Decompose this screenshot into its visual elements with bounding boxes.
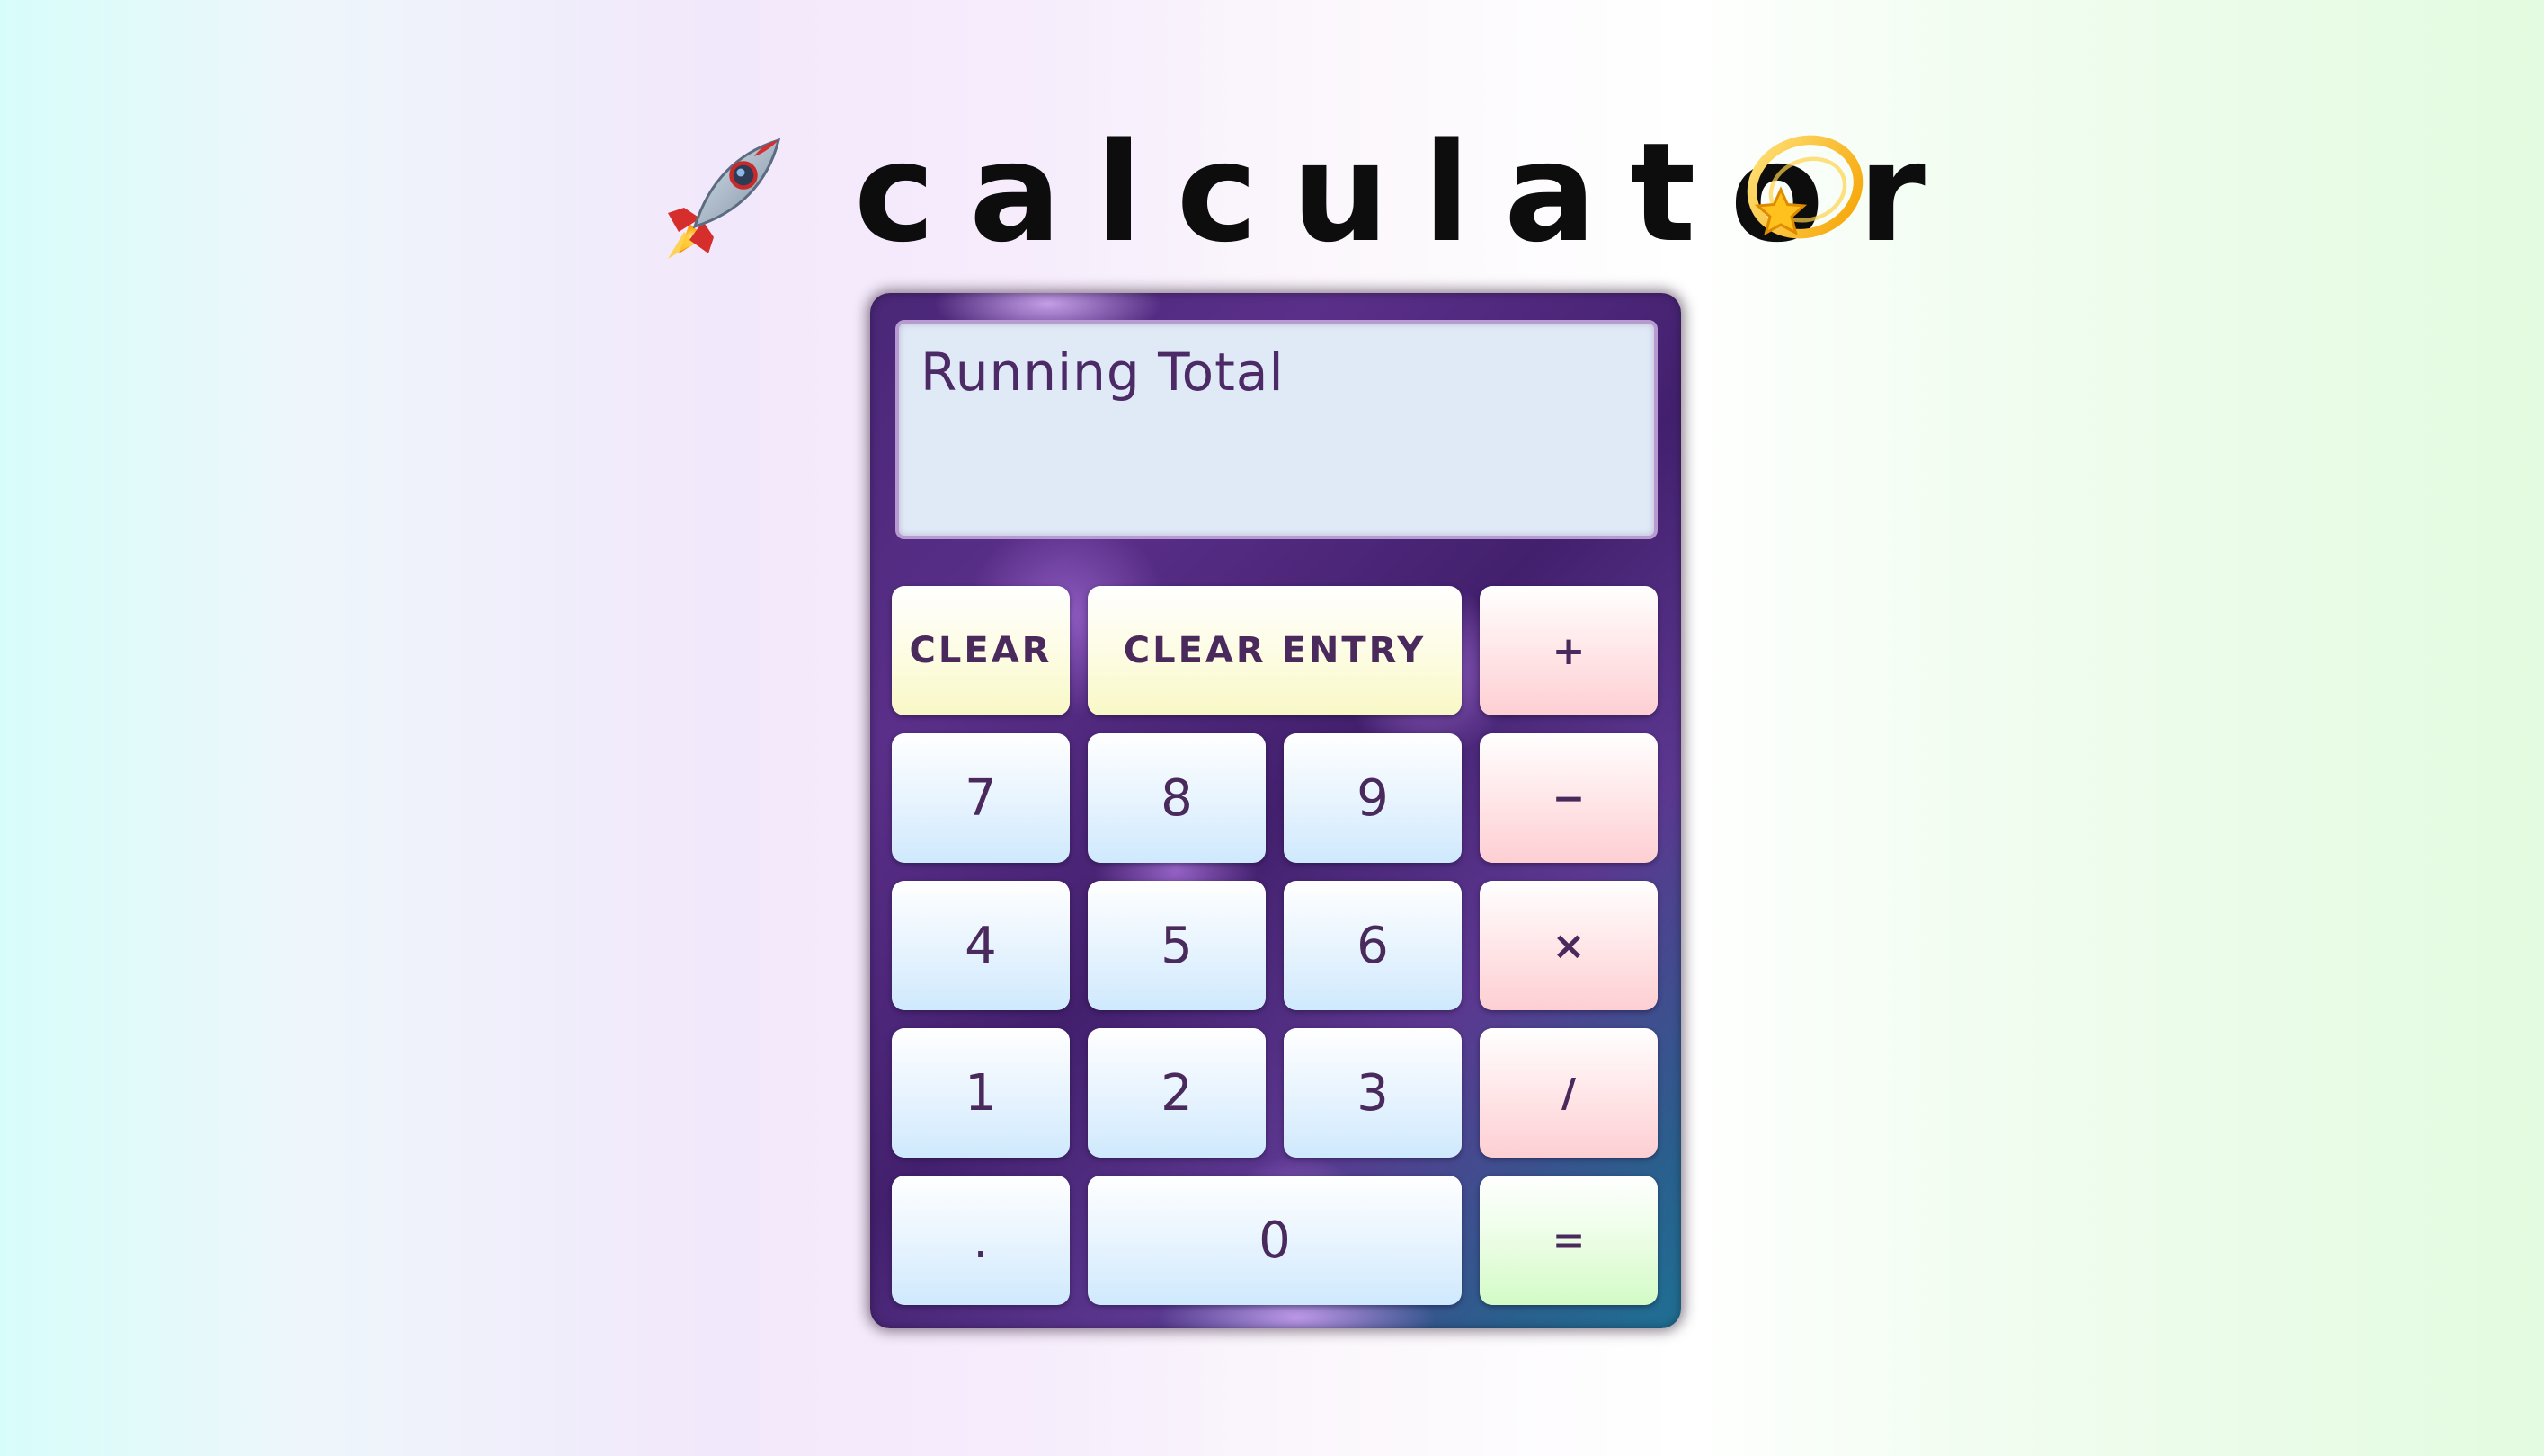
digit-0-button[interactable]: 0 — [1088, 1176, 1462, 1305]
decimal-button[interactable]: . — [892, 1176, 1070, 1305]
page-header: calculator — [0, 113, 2544, 272]
digit-5-button[interactable]: 5 — [1088, 881, 1266, 1010]
divide-button[interactable]: / — [1480, 1028, 1658, 1158]
page-title: calculator — [854, 113, 1960, 272]
clear-button[interactable]: CLEAR — [892, 586, 1070, 715]
calculator: Running Total CLEAR CLEAR ENTRY + 7 8 9 … — [870, 293, 1681, 1328]
multiply-button[interactable]: × — [1480, 881, 1658, 1010]
rocket-icon — [668, 138, 781, 259]
digit-2-button[interactable]: 2 — [1088, 1028, 1266, 1158]
running-total-text: Running Total — [921, 342, 1285, 403]
minus-button[interactable]: − — [1480, 733, 1658, 863]
clear-entry-button[interactable]: CLEAR ENTRY — [1088, 586, 1462, 715]
digit-4-button[interactable]: 4 — [892, 881, 1070, 1010]
equals-button[interactable]: = — [1480, 1176, 1658, 1305]
dizzy-star-icon — [1747, 135, 1864, 239]
digit-3-button[interactable]: 3 — [1284, 1028, 1462, 1158]
calculator-display: Running Total — [895, 320, 1658, 539]
digit-1-button[interactable]: 1 — [892, 1028, 1070, 1158]
digit-7-button[interactable]: 7 — [892, 733, 1070, 863]
digit-9-button[interactable]: 9 — [1284, 733, 1462, 863]
plus-button[interactable]: + — [1480, 586, 1658, 715]
digit-6-button[interactable]: 6 — [1284, 881, 1462, 1010]
digit-8-button[interactable]: 8 — [1088, 733, 1266, 863]
